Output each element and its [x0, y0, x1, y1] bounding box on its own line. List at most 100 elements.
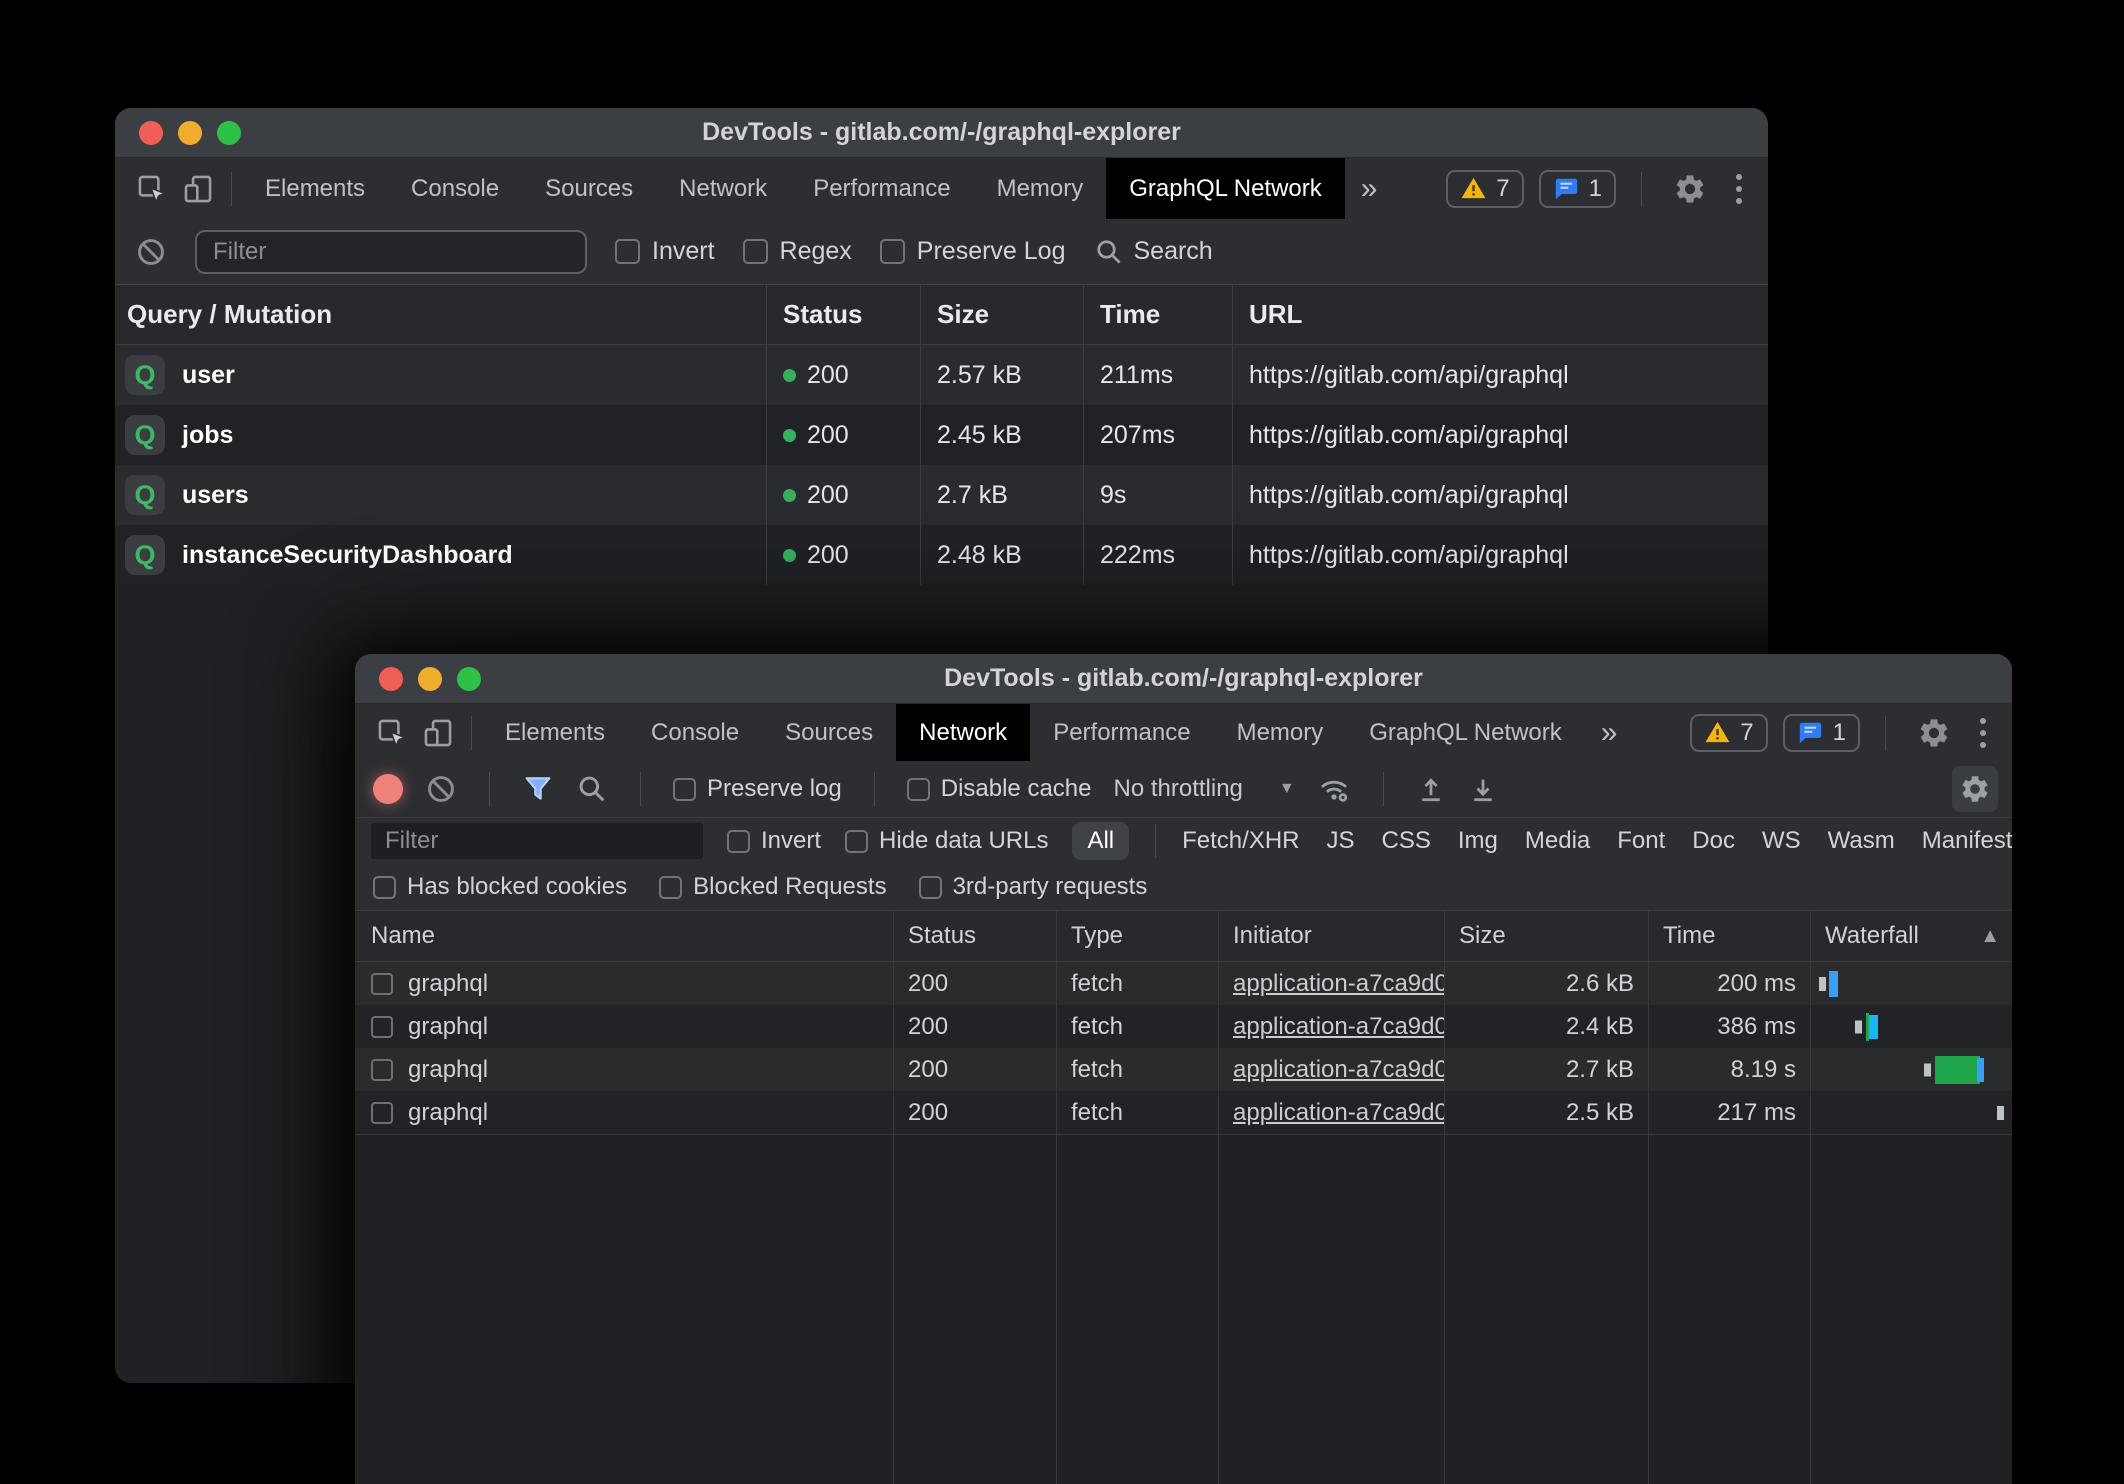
tab-memory[interactable]: Memory: [974, 158, 1107, 219]
sort-ascending-icon[interactable]: ▲: [1980, 925, 2012, 948]
network-settings-gear-icon[interactable]: [1952, 766, 1998, 812]
tab-performance[interactable]: Performance: [790, 158, 973, 219]
export-har-icon[interactable]: [1468, 774, 1498, 804]
third-party-requests-checkbox[interactable]: [919, 876, 942, 899]
search-control[interactable]: Search: [1094, 237, 1213, 267]
issues-badge[interactable]: 1: [1539, 170, 1616, 208]
warnings-badge[interactable]: 7: [1446, 170, 1523, 208]
table-row[interactable]: graphql 200 fetch application-a7ca9d0… 2…: [355, 962, 2012, 1005]
row-checkbox[interactable]: [371, 1059, 393, 1081]
column-header-name[interactable]: Name: [355, 911, 894, 961]
inspect-element-icon[interactable]: [369, 710, 415, 756]
table-row[interactable]: graphql 200 fetch application-a7ca9d0… 2…: [355, 1048, 2012, 1091]
inspect-element-icon[interactable]: [129, 166, 175, 212]
record-button[interactable]: [373, 774, 403, 804]
import-har-icon[interactable]: [1416, 774, 1446, 804]
row-checkbox[interactable]: [371, 1102, 393, 1124]
type-filter-fetch-xhr[interactable]: Fetch/XHR: [1182, 827, 1299, 855]
issues-badge[interactable]: 1: [1783, 714, 1860, 752]
settings-gear-icon[interactable]: [1667, 166, 1713, 212]
more-tabs-chevron[interactable]: »: [1585, 716, 1634, 750]
device-toolbar-icon[interactable]: [175, 166, 221, 212]
type-filter-all[interactable]: All: [1072, 822, 1129, 860]
initiator-link[interactable]: application-a7ca9d0…: [1233, 970, 1445, 998]
tab-console[interactable]: Console: [628, 704, 762, 761]
has-blocked-cookies-checkbox[interactable]: [373, 876, 396, 899]
close-button[interactable]: [379, 667, 403, 691]
preserve-log-checkbox-item[interactable]: Preserve Log: [880, 237, 1066, 266]
tab-memory[interactable]: Memory: [1214, 704, 1347, 761]
tab-performance[interactable]: Performance: [1030, 704, 1213, 761]
type-filter-manifest[interactable]: Manifest: [1922, 827, 2012, 855]
type-filter-js[interactable]: JS: [1327, 827, 1355, 855]
invert-checkbox[interactable]: [727, 830, 750, 853]
clear-icon[interactable]: [135, 236, 167, 268]
more-tabs-chevron[interactable]: »: [1345, 172, 1394, 206]
device-toolbar-icon[interactable]: [415, 710, 461, 756]
column-header-waterfall[interactable]: Waterfall ▲: [1811, 911, 2012, 961]
table-row[interactable]: Q jobs 200 2.45 kB 207ms https://gitlab.…: [115, 405, 1768, 465]
tab-network[interactable]: Network: [896, 704, 1030, 761]
type-filter-wasm[interactable]: Wasm: [1828, 827, 1895, 855]
close-button[interactable]: [139, 121, 163, 145]
type-filter-css[interactable]: CSS: [1382, 827, 1431, 855]
warnings-badge[interactable]: 7: [1690, 714, 1767, 752]
table-row[interactable]: graphql 200 fetch application-a7ca9d0… 2…: [355, 1091, 2012, 1134]
initiator-link[interactable]: application-a7ca9d0…: [1233, 1056, 1445, 1084]
regex-checkbox-item[interactable]: Regex: [743, 237, 852, 266]
tab-graphql-network[interactable]: GraphQL Network: [1346, 704, 1585, 761]
settings-gear-icon[interactable]: [1911, 710, 1957, 756]
column-header-status[interactable]: Status: [767, 285, 921, 344]
network-conditions-icon[interactable]: [1317, 772, 1351, 806]
title-bar[interactable]: DevTools - gitlab.com/-/graphql-explorer: [355, 654, 2012, 704]
blocked-requests-checkbox-item[interactable]: Blocked Requests: [659, 873, 886, 901]
hide-data-urls-checkbox-item[interactable]: Hide data URLs: [845, 827, 1048, 855]
column-header-query-mutation[interactable]: Query / Mutation: [115, 285, 767, 344]
row-checkbox[interactable]: [371, 973, 393, 995]
disable-cache-checkbox-item[interactable]: Disable cache: [907, 775, 1092, 803]
initiator-link[interactable]: application-a7ca9d0…: [1233, 1099, 1445, 1127]
minimize-button[interactable]: [178, 121, 202, 145]
minimize-button[interactable]: [418, 667, 442, 691]
initiator-link[interactable]: application-a7ca9d0…: [1233, 1013, 1445, 1041]
waterfall-cell[interactable]: [1811, 1091, 2012, 1134]
preserve-log-checkbox[interactable]: [880, 239, 905, 264]
tab-sources[interactable]: Sources: [522, 158, 656, 219]
third-party-requests-checkbox-item[interactable]: 3rd-party requests: [919, 873, 1148, 901]
title-bar[interactable]: DevTools - gitlab.com/-/graphql-explorer: [115, 108, 1768, 158]
waterfall-cell[interactable]: [1811, 1048, 2012, 1091]
tab-console[interactable]: Console: [388, 158, 522, 219]
table-row[interactable]: Q instanceSecurityDashboard 200 2.48 kB …: [115, 525, 1768, 585]
more-options-menu-icon[interactable]: [1728, 174, 1750, 204]
invert-checkbox[interactable]: [615, 239, 640, 264]
tab-elements[interactable]: Elements: [242, 158, 388, 219]
column-header-url[interactable]: URL: [1233, 285, 1768, 344]
invert-checkbox-item[interactable]: Invert: [615, 237, 715, 266]
disable-cache-checkbox[interactable]: [907, 778, 930, 801]
type-filter-font[interactable]: Font: [1617, 827, 1665, 855]
table-row[interactable]: Q user 200 2.57 kB 211ms https://gitlab.…: [115, 345, 1768, 405]
regex-checkbox[interactable]: [743, 239, 768, 264]
column-header-time[interactable]: Time: [1084, 285, 1233, 344]
type-filter-doc[interactable]: Doc: [1692, 827, 1735, 855]
table-row[interactable]: graphql 200 fetch application-a7ca9d0… 2…: [355, 1005, 2012, 1048]
waterfall-cell[interactable]: [1811, 1005, 2012, 1048]
type-filter-media[interactable]: Media: [1525, 827, 1590, 855]
column-header-size[interactable]: Size: [921, 285, 1084, 344]
search-icon[interactable]: [576, 773, 608, 805]
zoom-button[interactable]: [457, 667, 481, 691]
blocked-requests-checkbox[interactable]: [659, 876, 682, 899]
tab-sources[interactable]: Sources: [762, 704, 896, 761]
type-filter-ws[interactable]: WS: [1762, 827, 1801, 855]
table-row[interactable]: Q users 200 2.7 kB 9s https://gitlab.com…: [115, 465, 1768, 525]
invert-checkbox-item[interactable]: Invert: [727, 827, 821, 855]
column-header-time[interactable]: Time: [1649, 911, 1811, 961]
tab-elements[interactable]: Elements: [482, 704, 628, 761]
tab-network[interactable]: Network: [656, 158, 790, 219]
column-header-size[interactable]: Size: [1445, 911, 1649, 961]
column-header-type[interactable]: Type: [1057, 911, 1219, 961]
preserve-log-checkbox[interactable]: [673, 778, 696, 801]
tab-graphql-network[interactable]: GraphQL Network: [1106, 158, 1345, 219]
waterfall-cell[interactable]: [1811, 962, 2012, 1005]
column-header-status[interactable]: Status: [894, 911, 1057, 961]
